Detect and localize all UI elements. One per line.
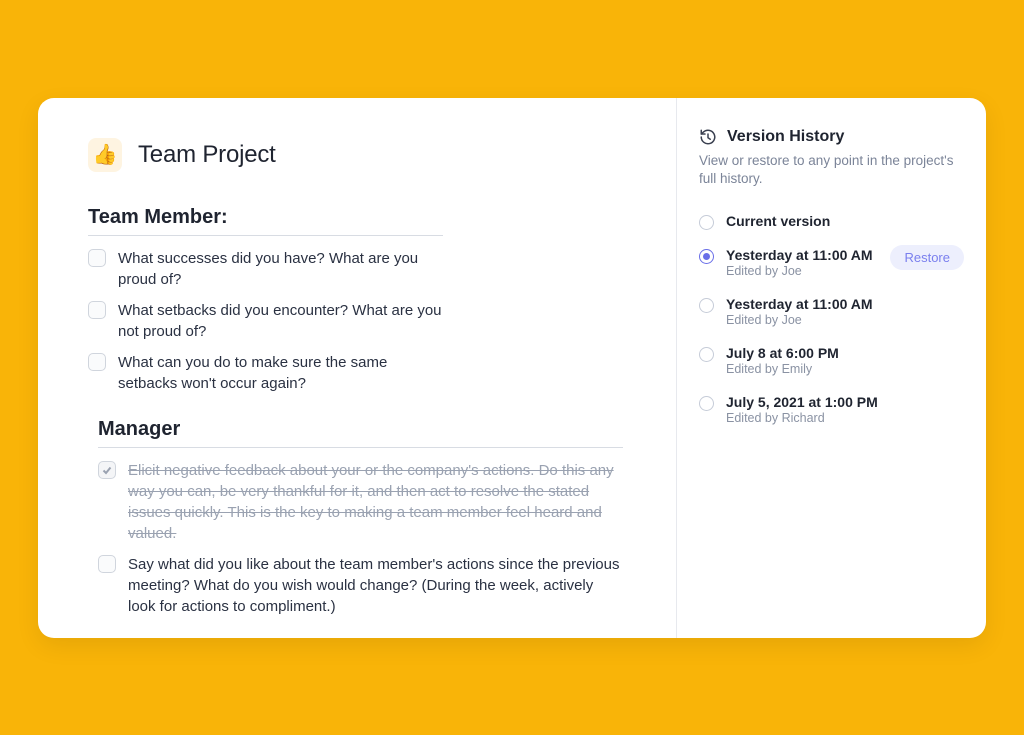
checklist-item-text[interactable]: What setbacks did you encounter? What ar…: [118, 300, 443, 342]
version-content: Current version: [726, 207, 964, 241]
checklist-item-text[interactable]: What successes did you have? What are yo…: [118, 248, 443, 290]
version-label: July 8 at 6:00 PM: [726, 345, 964, 361]
version-content: July 8 at 6:00 PMEdited by Emily: [726, 339, 964, 388]
section-team-member: Team Member: What successes did you have…: [88, 206, 443, 394]
checkbox[interactable]: [98, 461, 116, 479]
checklist-item: What successes did you have? What are yo…: [88, 248, 443, 290]
version-radio[interactable]: [699, 396, 714, 411]
page-title[interactable]: Team Project: [138, 141, 276, 169]
checklist-item-text[interactable]: Say what did you like about the team mem…: [128, 554, 623, 617]
checklist-item-text[interactable]: What can you do to make sure the same se…: [118, 352, 443, 394]
sidebar-title: Version History: [727, 128, 844, 146]
history-icon: [699, 128, 717, 146]
sidebar-subtitle: View or restore to any point in the proj…: [699, 152, 964, 190]
version-radio-column: [699, 241, 714, 260]
section-manager: Manager Elicit negative feedback about y…: [98, 418, 623, 617]
sidebar-header: Version History: [699, 128, 964, 146]
version-label: Current version: [726, 213, 964, 229]
version-editor: Edited by Richard: [726, 411, 964, 425]
checkbox[interactable]: [88, 353, 106, 371]
checkbox[interactable]: [88, 249, 106, 267]
version-radio[interactable]: [699, 215, 714, 230]
checklist-item: Elicit negative feedback about your or t…: [98, 460, 623, 544]
emoji: 👍: [93, 142, 118, 167]
version-radio[interactable]: [699, 249, 714, 264]
version-editor: Edited by Emily: [726, 362, 964, 376]
version-radio-column: [699, 388, 714, 411]
checklist-item: What setbacks did you encounter? What ar…: [88, 300, 443, 342]
document-pane: 👍 Team Project Team Member: What success…: [38, 98, 676, 638]
version-history-panel: Version History View or restore to any p…: [676, 98, 986, 638]
version-radio-column: [699, 339, 714, 358]
version-content: Yesterday at 11:00 AMEdited by Joe: [726, 290, 964, 339]
version-item[interactable]: July 5, 2021 at 1:00 PMEdited by Richard: [699, 388, 964, 437]
version-radio-column: [699, 207, 714, 226]
checklist-item: What can you do to make sure the same se…: [88, 352, 443, 394]
app-card: 👍 Team Project Team Member: What success…: [38, 98, 986, 638]
version-item[interactable]: July 8 at 6:00 PMEdited by Emily: [699, 339, 964, 388]
version-label: July 5, 2021 at 1:00 PM: [726, 394, 964, 410]
version-content: July 5, 2021 at 1:00 PMEdited by Richard: [726, 388, 964, 437]
version-radio[interactable]: [699, 298, 714, 313]
page-emoji-icon[interactable]: 👍: [88, 138, 122, 172]
checkbox[interactable]: [88, 301, 106, 319]
checklist-item-text[interactable]: Elicit negative feedback about your or t…: [128, 460, 623, 544]
title-row: 👍 Team Project: [88, 138, 626, 172]
restore-button[interactable]: Restore: [890, 245, 964, 270]
version-item[interactable]: Yesterday at 11:00 AMEdited by JoeRestor…: [699, 241, 964, 290]
version-label: Yesterday at 11:00 AM: [726, 296, 964, 312]
section-heading[interactable]: Manager: [98, 418, 623, 448]
version-radio[interactable]: [699, 347, 714, 362]
version-editor: Edited by Joe: [726, 313, 964, 327]
checkbox[interactable]: [98, 555, 116, 573]
version-item[interactable]: Yesterday at 11:00 AMEdited by Joe: [699, 290, 964, 339]
checklist-item: Say what did you like about the team mem…: [98, 554, 623, 617]
version-radio-column: [699, 290, 714, 309]
version-item[interactable]: Current version: [699, 207, 964, 241]
version-list: Current versionYesterday at 11:00 AMEdit…: [699, 207, 964, 437]
section-heading[interactable]: Team Member:: [88, 206, 443, 236]
